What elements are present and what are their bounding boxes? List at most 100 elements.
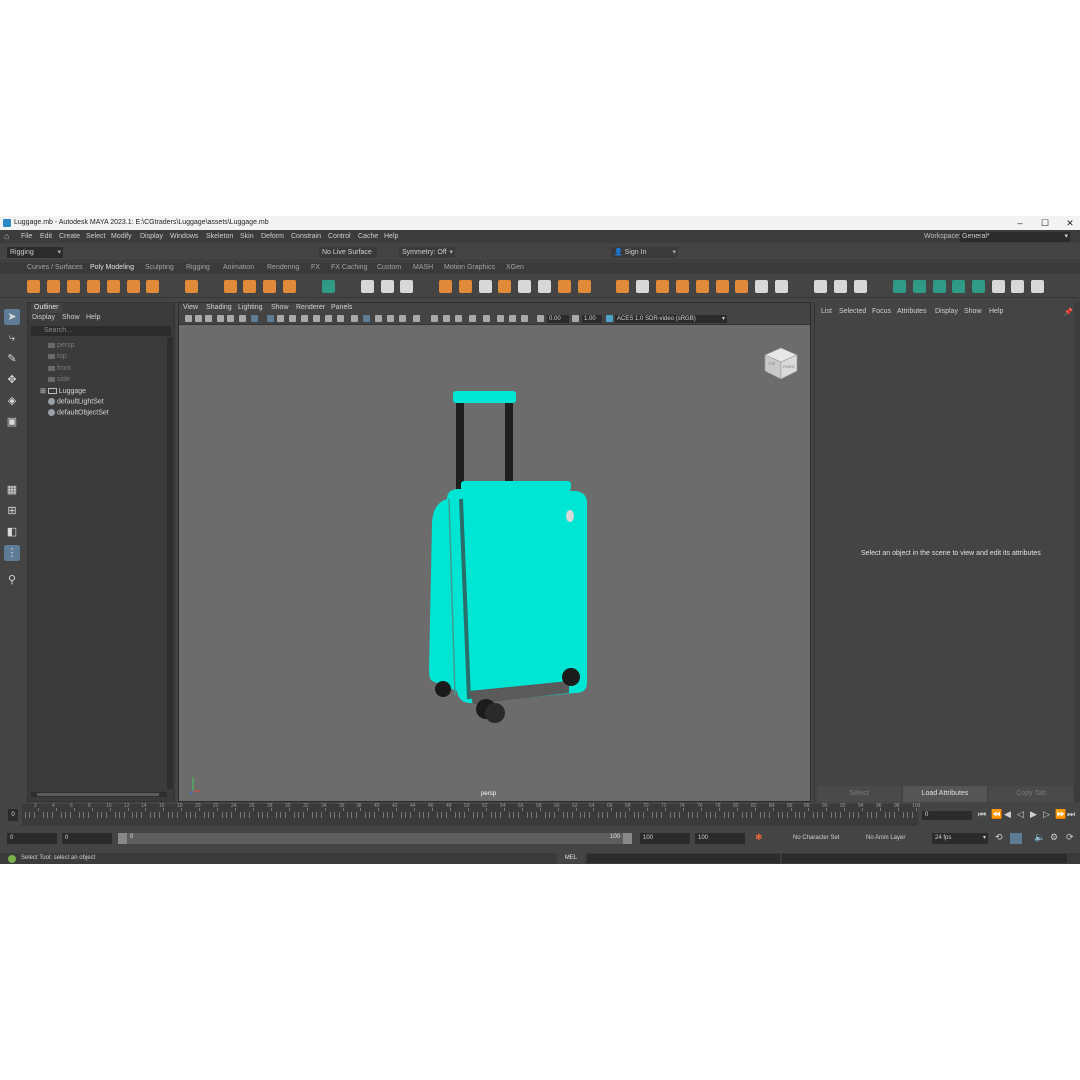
- spherical-mapping-icon[interactable]: [933, 280, 946, 293]
- gamma-field[interactable]: 1.00: [582, 315, 602, 323]
- slide-edge-icon[interactable]: [814, 280, 827, 293]
- tab-fx-caching[interactable]: FX Caching: [331, 264, 368, 271]
- sign-in-button[interactable]: 👤 Sign In ▾: [611, 247, 678, 258]
- viewport-menu-lighting[interactable]: Lighting: [238, 304, 263, 311]
- anim-layer-select[interactable]: No Anim Layer: [863, 833, 927, 844]
- type-tool-icon[interactable]: [263, 280, 276, 293]
- menu-cache[interactable]: Cache: [358, 233, 378, 240]
- character-set-select[interactable]: No Character Set: [790, 833, 858, 844]
- bevel-icon[interactable]: [498, 280, 511, 293]
- combine-icon[interactable]: [361, 280, 374, 293]
- live-surface-field[interactable]: No Live Surface: [319, 247, 377, 258]
- auto-mapping-icon[interactable]: [952, 280, 965, 293]
- smooth-shade-icon[interactable]: [277, 315, 284, 322]
- attr-menu-focus[interactable]: Focus: [872, 308, 891, 315]
- menu-help[interactable]: Help: [384, 233, 398, 240]
- wireframe-icon[interactable]: [267, 315, 274, 322]
- select-button[interactable]: Select: [817, 786, 901, 802]
- cut-uv-icon[interactable]: [972, 280, 985, 293]
- command-input[interactable]: [587, 854, 780, 863]
- sculpt-brush-icon[interactable]: [854, 280, 867, 293]
- grid-toggle-icon[interactable]: [217, 315, 224, 322]
- menu-display[interactable]: Display: [140, 233, 163, 240]
- sweep-mesh-icon[interactable]: [243, 280, 256, 293]
- resolution-gate-icon[interactable]: [239, 315, 246, 322]
- attr-menu-help[interactable]: Help: [989, 308, 1003, 315]
- scene-start-field[interactable]: 0: [7, 833, 57, 844]
- current-frame-field[interactable]: 0: [922, 811, 972, 820]
- menu-file[interactable]: File: [21, 233, 32, 240]
- mel-language-toggle[interactable]: MEL: [557, 853, 585, 864]
- frame-selected-icon[interactable]: [521, 315, 528, 322]
- gamma-icon[interactable]: [469, 315, 476, 322]
- attr-menu-attributes[interactable]: Attributes: [897, 308, 927, 315]
- current-frame-marker[interactable]: 0: [8, 809, 18, 821]
- target-weld-icon[interactable]: [578, 280, 591, 293]
- xray-joints-icon[interactable]: [363, 315, 370, 322]
- unfold-uv-icon[interactable]: [1031, 280, 1044, 293]
- maximize-button[interactable]: ☐: [1033, 217, 1057, 229]
- range-slider-bar[interactable]: 0 100: [118, 833, 632, 844]
- menu-select[interactable]: Select: [86, 233, 105, 240]
- menu-modify[interactable]: Modify: [111, 233, 132, 240]
- exposure-icon[interactable]: [537, 315, 544, 322]
- svg-tool-icon[interactable]: [283, 280, 296, 293]
- pencil-icon[interactable]: [251, 315, 258, 322]
- load-attributes-button[interactable]: Load Attributes: [903, 786, 987, 802]
- detach-icon[interactable]: [696, 280, 709, 293]
- menu-deform[interactable]: Deform: [261, 233, 284, 240]
- depth-of-field-icon[interactable]: [413, 315, 420, 322]
- outliner-menu-display[interactable]: Display: [32, 314, 55, 321]
- attr-menu-show[interactable]: Show: [964, 308, 982, 315]
- viewport-menu-shading[interactable]: Shading: [206, 304, 232, 311]
- image-plane-icon[interactable]: [205, 315, 212, 322]
- perspective-viewport[interactable]: View Shading Lighting Show Renderer Pane…: [178, 302, 811, 802]
- poly-disc-icon[interactable]: [146, 280, 159, 293]
- step-forward-frame-icon[interactable]: ▷: [1043, 810, 1050, 819]
- step-back-key-icon[interactable]: ⏪: [991, 810, 1002, 819]
- outliner-item-default-object-set[interactable]: defaultObjectSet: [48, 409, 109, 416]
- four-view-layout[interactable]: ⊞: [4, 503, 20, 519]
- single-perspective-layout[interactable]: ▦: [4, 482, 20, 498]
- separate-icon[interactable]: [381, 280, 394, 293]
- gamma-field-icon[interactable]: [572, 315, 579, 322]
- menu-edit[interactable]: Edit: [40, 233, 52, 240]
- heads-up-icon[interactable]: [483, 315, 490, 322]
- film-gate-icon[interactable]: [227, 315, 234, 322]
- exposure-field[interactable]: 0.00: [547, 315, 569, 323]
- tab-curves-surfaces[interactable]: Curves / Surfaces: [27, 264, 83, 271]
- motion-blur-icon[interactable]: [431, 315, 438, 322]
- poly-plane-icon[interactable]: [127, 280, 140, 293]
- outliner-item-top[interactable]: top: [48, 353, 67, 360]
- menu-skin[interactable]: Skin: [240, 233, 254, 240]
- antialiasing-icon[interactable]: [399, 315, 406, 322]
- outliner-item-default-light-set[interactable]: defaultLightSet: [48, 398, 104, 405]
- poly-sphere-icon[interactable]: [27, 280, 40, 293]
- tab-rendering[interactable]: Rendering: [267, 264, 299, 271]
- cylindrical-mapping-icon[interactable]: [913, 280, 926, 293]
- cache-playback-icon[interactable]: [1010, 833, 1022, 844]
- home-icon[interactable]: ⌂: [4, 232, 9, 241]
- xray-active-icon[interactable]: [375, 315, 382, 322]
- outliner-layout[interactable]: ⋮: [4, 545, 20, 561]
- outliner-item-persp[interactable]: persp: [48, 342, 75, 349]
- viewport-menu-renderer[interactable]: Renderer: [296, 304, 325, 311]
- go-to-start-icon[interactable]: ⏮: [978, 810, 986, 819]
- outliner-vertical-scrollbar[interactable]: [167, 337, 173, 789]
- paint-select-tool[interactable]: ✎: [4, 351, 20, 367]
- insert-edge-loop-icon[interactable]: [716, 280, 729, 293]
- menu-windows[interactable]: Windows: [170, 233, 198, 240]
- outliner-menu-show[interactable]: Show: [62, 314, 80, 321]
- range-start-handle[interactable]: [118, 833, 127, 844]
- search-tool[interactable]: ⚲: [4, 572, 20, 588]
- outliner-item-front[interactable]: front: [48, 365, 71, 372]
- menu-set-select[interactable]: Rigging ▾: [7, 247, 63, 258]
- viewport-menu-view[interactable]: View: [183, 304, 198, 311]
- super-shape-icon[interactable]: [224, 280, 237, 293]
- quad-draw-icon[interactable]: [775, 280, 788, 293]
- bridge-icon[interactable]: [459, 280, 472, 293]
- isolate-select-icon[interactable]: [387, 315, 394, 322]
- menu-constrain[interactable]: Constrain: [291, 233, 321, 240]
- attr-menu-list[interactable]: List: [821, 308, 832, 315]
- screen-space-icon[interactable]: [443, 315, 450, 322]
